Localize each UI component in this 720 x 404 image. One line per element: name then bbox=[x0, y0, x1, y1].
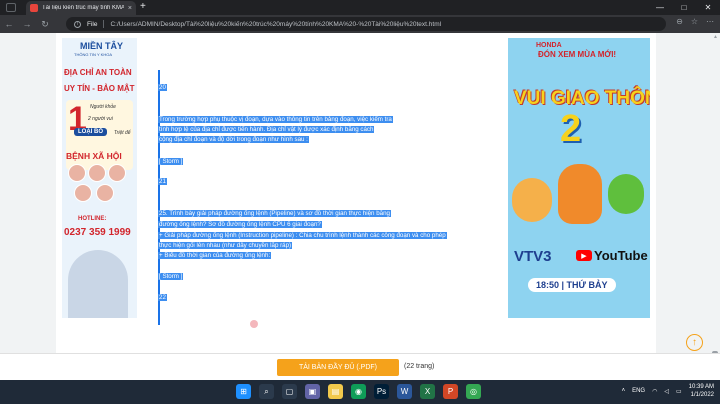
download-pdf-button[interactable]: TẢI BẢN ĐẦY ĐỦ (.PDF) bbox=[277, 359, 399, 376]
tab-search-icon[interactable] bbox=[6, 3, 16, 12]
page-number: 22 bbox=[158, 294, 167, 301]
ad-disease: BỆNH XÃ HỘI bbox=[66, 151, 122, 161]
ad-channel: VTV3 bbox=[514, 248, 552, 265]
clock[interactable]: 10:39 AM 1/1/2022 bbox=[689, 383, 714, 399]
back-button[interactable]: ← bbox=[0, 19, 18, 29]
page-number: 21 bbox=[158, 178, 167, 185]
excel-icon[interactable]: X bbox=[420, 384, 435, 399]
image-placeholder: [ Storm ] bbox=[158, 273, 184, 280]
tray-chevron-icon[interactable]: ˄ bbox=[622, 388, 626, 394]
windows-taskbar: ⊞ ⌕ ▢ ▣ ▤ ◉ Ps W X P ◎ ˄ ENG ◠ ◁ ▭ 10:39… bbox=[0, 380, 720, 404]
zoom-icon[interactable]: ⊖ bbox=[676, 17, 683, 26]
text-line: đường ống lệnh? Sơ đồ đường ống lệnh CPU… bbox=[158, 221, 322, 228]
ad-show-number: 2 bbox=[560, 108, 582, 150]
ad-brand: MIỀN TÂY bbox=[80, 41, 124, 51]
ad-note-1: Người khỏe bbox=[90, 104, 116, 110]
store-icon[interactable]: ◉ bbox=[351, 384, 366, 399]
ad-brand-sub: THÔNG TIN Y KHOA bbox=[74, 52, 113, 57]
system-tray: ˄ ENG ◠ ◁ ▭ 10:39 AM 1/1/2022 bbox=[622, 383, 714, 399]
selection-edge bbox=[158, 70, 160, 325]
task-view-icon[interactable]: ▢ bbox=[282, 384, 297, 399]
volume-icon[interactable]: ◁ bbox=[664, 388, 669, 395]
ad-tagline: ĐÓN XEM MÙA MỚI! bbox=[538, 50, 617, 59]
word-icon[interactable]: W bbox=[397, 384, 412, 399]
ad-phone: 0237 359 1999 bbox=[64, 227, 131, 238]
omnibox-divider bbox=[103, 20, 105, 28]
address-bar[interactable]: i File C:/Users/ADMIN/Desktop/Tài%20liệu… bbox=[66, 17, 666, 31]
tab-close-icon[interactable]: × bbox=[128, 5, 132, 12]
url-text[interactable]: C:/Users/ADMIN/Desktop/Tài%20liệu%20kiến… bbox=[110, 21, 441, 28]
taskbar-apps: ⊞ ⌕ ▢ ▣ ▤ ◉ Ps W X P ◎ bbox=[236, 384, 481, 399]
start-icon[interactable]: ⊞ bbox=[236, 384, 251, 399]
text-line: 25. Trình bày giải pháp đường ống lệnh (… bbox=[158, 210, 391, 217]
toolbar-actions: ⊖ ☆ ⋯ bbox=[676, 17, 714, 26]
chrome-icon[interactable]: ◎ bbox=[466, 384, 481, 399]
ad-brand-right: HONDA bbox=[536, 42, 562, 49]
tab-active[interactable]: Tài liệu kiến trúc máy tính KMA × bbox=[26, 1, 136, 15]
search-icon[interactable]: ⌕ bbox=[259, 384, 274, 399]
page-number: 20 bbox=[158, 84, 167, 91]
scroll-up-arrow[interactable]: ▲ bbox=[713, 34, 718, 40]
document-content[interactable]: 20 Trong trường hợp phụ thuộc vị đoạn, d… bbox=[158, 70, 458, 325]
photoshop-icon[interactable]: Ps bbox=[374, 384, 389, 399]
ad-note-2: 2 người vui bbox=[88, 116, 113, 122]
tab-bar: Tài liệu kiến trúc máy tính KMA × + — □ … bbox=[0, 0, 720, 15]
youtube-logo: ▶ YouTube bbox=[576, 248, 648, 263]
ad-note-3: Triệt để bbox=[114, 130, 131, 136]
ad-schedule: 18:50 | THỨ BẢY bbox=[528, 278, 616, 292]
minimize-button[interactable]: — bbox=[648, 0, 672, 15]
ad-badge: LOẠI BỎ bbox=[74, 128, 107, 136]
clock-time: 10:39 AM bbox=[688, 384, 714, 390]
ad-banner-right[interactable]: HONDA ĐÓN XEM MÙA MỚI! VUI GIAO THÔNG 2 … bbox=[508, 38, 650, 318]
text-line: thực hiện gối lên nhau (như dây chuyền l… bbox=[158, 242, 293, 249]
wifi-icon[interactable]: ◠ bbox=[652, 388, 657, 395]
language-indicator[interactable]: ENG bbox=[632, 388, 645, 394]
forward-button[interactable]: → bbox=[18, 19, 36, 29]
ad-illustrations bbox=[68, 164, 130, 204]
text-line: + Biểu đồ thời gian của đường ống lệnh: bbox=[158, 252, 272, 259]
ad-character-cat bbox=[558, 164, 602, 224]
battery-icon[interactable]: ▭ bbox=[676, 388, 682, 395]
back-to-top-button[interactable]: ↑ bbox=[686, 334, 703, 351]
ad-show-title: VUI GIAO THÔNG bbox=[514, 88, 650, 109]
ad-character-turtle bbox=[608, 174, 644, 214]
text-line: Trong trường hợp phụ thuộc vị đoạn, dựa … bbox=[158, 116, 393, 123]
mouse-cursor bbox=[250, 320, 258, 328]
ad-line-1: ĐỊA CHỈ AN TOÀN bbox=[64, 68, 132, 77]
maximize-button[interactable]: □ bbox=[672, 0, 696, 15]
ad-character-kid bbox=[512, 178, 552, 222]
clock-date: 1/1/2022 bbox=[690, 392, 714, 398]
download-bar: TẢI BẢN ĐẦY ĐỦ (.PDF) (22 trang) bbox=[0, 353, 720, 380]
new-tab-button[interactable]: + bbox=[140, 2, 146, 12]
favicon-icon bbox=[30, 4, 38, 12]
youtube-text: YouTube bbox=[594, 248, 648, 263]
teams-icon[interactable]: ▣ bbox=[305, 384, 320, 399]
powerpoint-icon[interactable]: P bbox=[443, 384, 458, 399]
more-menu-icon[interactable]: ⋯ bbox=[706, 17, 714, 26]
tab-title: Tài liệu kiến trúc máy tính KMA bbox=[42, 5, 124, 11]
page-count: (22 trang) bbox=[404, 363, 435, 370]
url-scheme: File bbox=[87, 20, 98, 28]
play-icon: ▶ bbox=[576, 250, 592, 261]
close-window-button[interactable]: ✕ bbox=[696, 0, 720, 15]
ad-person-image bbox=[68, 250, 128, 318]
text-line: + Giải pháp đường ống lệnh (Instruction … bbox=[158, 232, 447, 239]
reload-button[interactable]: ↻ bbox=[36, 19, 54, 30]
ad-line-2: UY TÍN - BẢO MẬT bbox=[64, 84, 135, 93]
browser-toolbar: ← → ↻ i File C:/Users/ADMIN/Desktop/Tài%… bbox=[0, 15, 720, 33]
window-controls: — □ ✕ bbox=[648, 0, 720, 15]
file-explorer-icon[interactable]: ▤ bbox=[328, 384, 343, 399]
ad-hotline-label: HOTLINE: bbox=[78, 216, 107, 222]
ad-banner-left[interactable]: MIỀN TÂY THÔNG TIN Y KHOA ĐỊA CHỈ AN TOÀ… bbox=[62, 38, 137, 318]
text-line: cộng địa chỉ đoạn và độ dời trong đoạn n… bbox=[158, 136, 309, 143]
info-icon[interactable]: i bbox=[74, 20, 81, 28]
text-line: tính hợp lệ của địa chỉ được tiến hành. … bbox=[158, 126, 375, 133]
browser-window: Tài liệu kiến trúc máy tính KMA × + — □ … bbox=[0, 0, 720, 380]
image-placeholder: [ Storm ] bbox=[158, 158, 184, 165]
star-icon[interactable]: ☆ bbox=[691, 17, 698, 26]
